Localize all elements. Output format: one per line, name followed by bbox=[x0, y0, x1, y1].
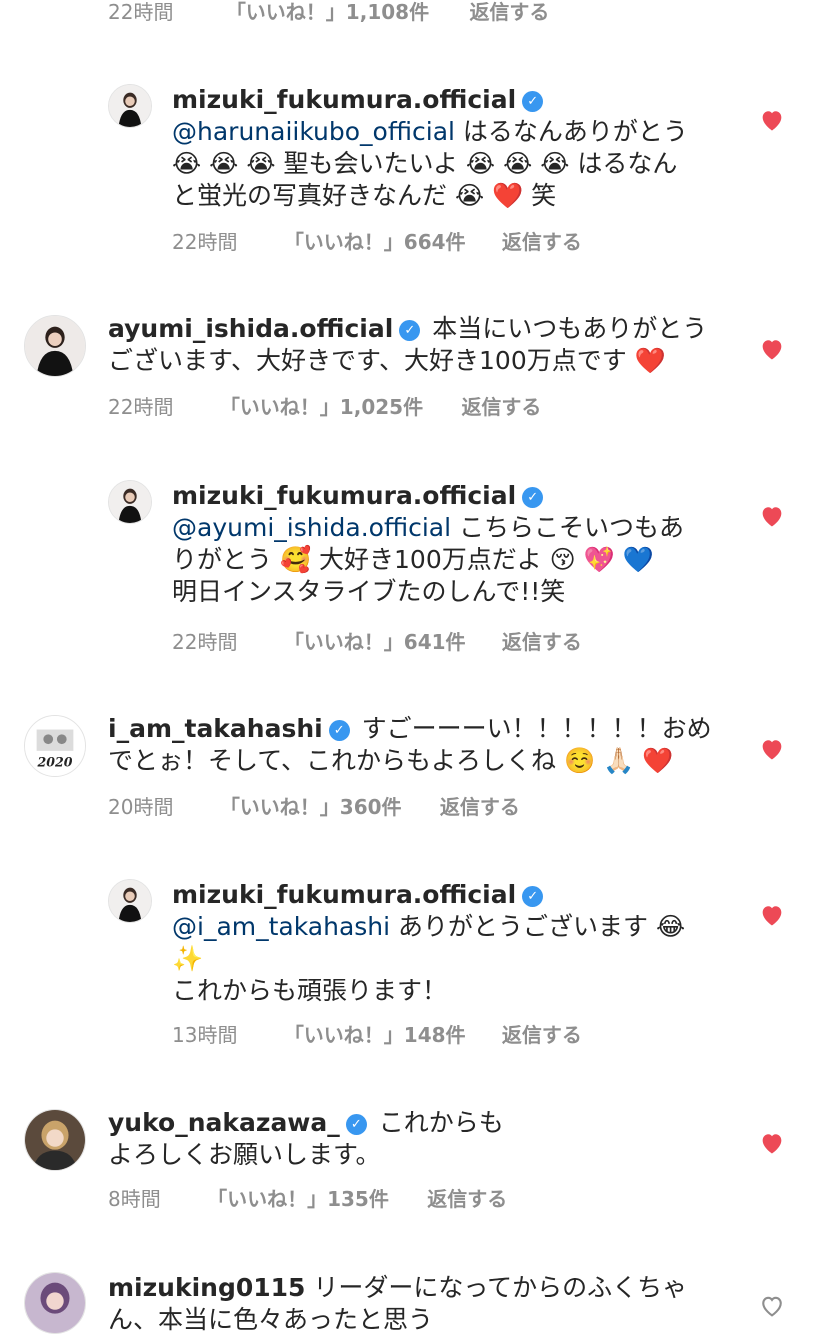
comment-text: ん、本当に色々あったと思う bbox=[108, 1305, 434, 1334]
likes-count-link[interactable]: 「いいね！」360件 bbox=[220, 795, 402, 819]
comment-text: よろしくお願いします。 bbox=[108, 1140, 381, 1169]
comment-meta: 8時間 「いいね！」135件 返信する bbox=[108, 1187, 507, 1211]
avatar[interactable] bbox=[24, 1272, 86, 1334]
comment-meta: 22時間 「いいね！」1,025件 返信する bbox=[108, 395, 541, 419]
comment-text: これからも頑張ります！ bbox=[172, 976, 448, 1005]
comment-time: 22時間 bbox=[172, 630, 238, 654]
verified-badge-icon: ✓ bbox=[522, 91, 544, 112]
comment-body: ayumi_ishida.official ✓ 本当にいつもありがとう ございます… bbox=[108, 313, 707, 377]
likes-count-link[interactable]: 「いいね！」1,108件 bbox=[226, 0, 429, 24]
verified-badge-icon: ✓ bbox=[328, 720, 350, 741]
heart-filled-icon[interactable] bbox=[758, 901, 786, 929]
comment-text: 明日インスタライブたのしんで!!笑 bbox=[172, 577, 566, 606]
comment-username[interactable]: mizuki_fukumura.official bbox=[172, 880, 516, 909]
heart-filled-icon[interactable] bbox=[758, 106, 786, 134]
comment-text: リーダーになってからのふくちゃ bbox=[305, 1273, 688, 1302]
comment-username[interactable]: i_am_takahashi bbox=[108, 714, 323, 743]
comment-username[interactable]: yuko_nakazawa_ bbox=[108, 1108, 340, 1137]
comment-username[interactable]: mizuki_fukumura.official bbox=[172, 85, 516, 114]
comment-username[interactable]: ayumi_ishida.official bbox=[108, 314, 393, 343]
reply-button[interactable]: 返信する bbox=[502, 230, 582, 254]
likes-count-link[interactable]: 「いいね！」641件 bbox=[284, 630, 466, 654]
comment-text: ✨ bbox=[172, 944, 204, 973]
reply-button[interactable]: 返信する bbox=[461, 395, 541, 419]
comment-text: 😭 😭 😭 聖も会いたいよ 😭 😭 😭 はるなん bbox=[172, 149, 678, 178]
avatar[interactable]: 2020 bbox=[24, 715, 86, 777]
reply-button[interactable]: 返信する bbox=[469, 0, 549, 24]
reply-button[interactable]: 返信する bbox=[502, 1023, 582, 1047]
reply-button[interactable]: 返信する bbox=[440, 795, 520, 819]
comment-body: mizuki_fukumura.official ✓ @ayumi_ishida.… bbox=[172, 480, 684, 608]
avatar[interactable] bbox=[108, 84, 152, 128]
likes-count-link[interactable]: 「いいね！」1,025件 bbox=[220, 395, 423, 419]
comment-time: 8時間 bbox=[108, 1187, 161, 1211]
comment-text: りがとう 🥰 大好き100万点だよ 😚 💖 💙 bbox=[172, 545, 654, 574]
comment-text: はるなんありがとう bbox=[454, 117, 688, 146]
comment-body: mizuking0115 リーダーになってからのふくちゃ ん、本当に色々あったと… bbox=[108, 1272, 687, 1336]
comment-time: 13時間 bbox=[172, 1023, 238, 1047]
comment-text: と蛍光の写真好きなんだ 😭 ❤️ 笑 bbox=[172, 181, 557, 210]
avatar[interactable] bbox=[24, 315, 86, 377]
comment-text: ございます、大好きです、大好き100万点です ❤️ bbox=[108, 346, 666, 375]
comment-body: i_am_takahashi ✓ すごーーーい！！！！！！おめ でとぉ！そして、こ… bbox=[108, 713, 712, 777]
comment-text: ありがとうございます 😂 bbox=[390, 912, 686, 941]
comment-meta: 13時間 「いいね！」148件 返信する bbox=[172, 1023, 582, 1047]
reply-button[interactable]: 返信する bbox=[427, 1187, 507, 1211]
comment-time: 22時間 bbox=[108, 0, 174, 24]
comment-username[interactable]: mizuking0115 bbox=[108, 1273, 305, 1302]
comment-meta: 22時間 「いいね！」641件 返信する bbox=[172, 630, 582, 654]
svg-text:2020: 2020 bbox=[36, 754, 72, 769]
heart-filled-icon[interactable] bbox=[758, 502, 786, 530]
verified-badge-icon: ✓ bbox=[399, 320, 421, 341]
comment-time: 22時間 bbox=[172, 230, 238, 254]
comment-time: 20時間 bbox=[108, 795, 174, 819]
comment-text: でとぉ！そして、これからもよろしくね ☺️ 🙏🏻 ❤️ bbox=[108, 746, 674, 775]
heart-filled-icon[interactable] bbox=[758, 735, 786, 763]
verified-badge-icon: ✓ bbox=[345, 1114, 367, 1135]
avatar[interactable] bbox=[24, 1109, 86, 1171]
verified-badge-icon: ✓ bbox=[522, 487, 544, 508]
comment-meta: 20時間 「いいね！」360件 返信する bbox=[108, 795, 520, 819]
mention-link[interactable]: @ayumi_ishida.official bbox=[172, 513, 451, 542]
comment-username[interactable]: mizuki_fukumura.official bbox=[172, 481, 516, 510]
comment-text: これからも bbox=[370, 1108, 504, 1137]
heart-outline-icon[interactable] bbox=[758, 1292, 786, 1320]
reply-button[interactable]: 返信する bbox=[502, 630, 582, 654]
likes-count-link[interactable]: 「いいね！」664件 bbox=[284, 230, 466, 254]
likes-count-link[interactable]: 「いいね！」135件 bbox=[207, 1187, 389, 1211]
mention-link[interactable]: @i_am_takahashi bbox=[172, 912, 390, 941]
comment-text: すごーーーい！！！！！！おめ bbox=[353, 714, 712, 743]
comment-body: mizuki_fukumura.official ✓ @harunaiikubo_… bbox=[172, 84, 688, 212]
comment-text: こちらこそいつもあ bbox=[451, 513, 685, 542]
comment-body: mizuki_fukumura.official ✓ @i_am_takahash… bbox=[172, 879, 685, 1007]
comment-body: yuko_nakazawa_ ✓ これからも よろしくお願いします。 bbox=[108, 1107, 504, 1171]
heart-filled-icon[interactable] bbox=[758, 1129, 786, 1157]
avatar[interactable] bbox=[108, 879, 152, 923]
comment-time: 22時間 bbox=[108, 395, 174, 419]
avatar[interactable] bbox=[108, 480, 152, 524]
comment-meta: 22時間 「いいね！」664件 返信する bbox=[172, 230, 582, 254]
comment-text: 本当にいつもありがとう bbox=[424, 314, 708, 343]
likes-count-link[interactable]: 「いいね！」148件 bbox=[284, 1023, 466, 1047]
verified-badge-icon: ✓ bbox=[522, 886, 544, 907]
comment-meta: 22時間 「いいね！」1,108件 返信する bbox=[108, 0, 549, 24]
heart-filled-icon[interactable] bbox=[758, 335, 786, 363]
mention-link[interactable]: @harunaiikubo_official bbox=[172, 117, 455, 146]
